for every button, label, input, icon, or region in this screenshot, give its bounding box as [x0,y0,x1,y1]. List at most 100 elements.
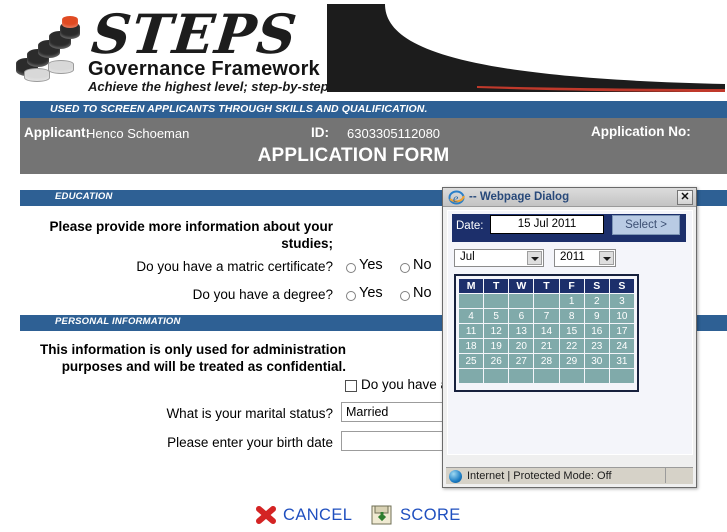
calendar-week-row [459,369,634,383]
id-label: ID: [311,125,329,140]
dialog-status-bar: Internet | Protected Mode: Off [446,467,693,484]
degree-question-label: Do you have a degree? [192,287,333,302]
calendar-day-26[interactable]: 26 [484,354,509,368]
degree-no-radio[interactable] [400,291,410,301]
calendar-day-24[interactable]: 24 [609,339,634,353]
calendar-day-17[interactable]: 17 [609,324,634,338]
calendar-empty-cell [459,294,484,308]
logo-banner: STEPS Governance Framework Achieve the h… [0,0,727,100]
calendar-day-9[interactable]: 9 [584,309,609,323]
year-select-value: 2011 [560,251,585,263]
date-field-label: Date: [456,220,484,232]
calendar-day-22[interactable]: 22 [559,339,584,353]
svg-text:e: e [453,191,459,205]
steps-logo-icon [14,14,94,86]
degree-yes-radio[interactable] [346,291,356,301]
select-button[interactable]: Select > [612,215,680,235]
calendar-day-19[interactable]: 19 [484,339,509,353]
calendar-day-1[interactable]: 1 [559,294,584,308]
calendar-day-4[interactable]: 4 [459,309,484,323]
matric-no-label: No [413,257,432,273]
personal-help-line1: This information is only used for admini… [39,342,346,357]
calendar-day-5[interactable]: 5 [484,309,509,323]
calendar-day-10[interactable]: 10 [609,309,634,323]
calendar-week-row: 11 12 13 14 15 16 17 [459,324,634,338]
dialog-content: Date: 15 Jul 2011 Select > Jul 2011 MTWT… [447,210,693,455]
date-input[interactable]: 15 Jul 2011 [490,215,604,234]
calendar-weekday-3: T [534,279,559,293]
calendar-day-3[interactable]: 3 [609,294,634,308]
calendar-day-18[interactable]: 18 [459,339,484,353]
calendar-weekday-0: M [459,279,484,293]
id-number-value: 6303305112080 [347,126,441,141]
calendar-day-14[interactable]: 14 [534,324,559,338]
calendar-weekday-5: S [584,279,609,293]
year-select[interactable]: 2011 [554,249,616,267]
calendar-day-28[interactable]: 28 [534,354,559,368]
scroll-tick-top[interactable] [716,190,727,206]
score-button[interactable]: SCORE [400,506,461,525]
applicant-name-value: Henco Schoeman [86,126,190,141]
resize-grip[interactable] [665,468,692,483]
cancel-icon[interactable] [255,505,277,525]
degree-no-label: No [413,285,432,301]
calendar-frame: MTWTFSS 1 2 3 4 5 6 7 8 9 10 11 12 13 14 15 16 17 18 19 20 2… [454,274,639,392]
calendar-day-25[interactable]: 25 [459,354,484,368]
calendar-day-21[interactable]: 21 [534,339,559,353]
calendar-weekday-1: T [484,279,509,293]
globe-icon [449,470,462,483]
calendar-day-29[interactable]: 29 [559,354,584,368]
calendar-day-11[interactable]: 11 [459,324,484,338]
calendar-empty-cell [459,369,484,383]
calendar-empty-cell [559,369,584,383]
calendar-day-8[interactable]: 8 [559,309,584,323]
has-children-checkbox[interactable] [345,380,357,392]
scroll-tick-bottom[interactable] [716,315,727,331]
calendar-week-row: 18 19 20 21 22 23 24 [459,339,634,353]
score-save-icon[interactable] [371,504,393,526]
calendar-weekday-2: W [509,279,534,293]
close-icon[interactable]: ✕ [677,190,693,205]
education-help-line2: studies; [281,236,333,251]
status-bar-text: Internet | Protected Mode: Off [467,470,612,482]
calendar-day-27[interactable]: 27 [509,354,534,368]
month-select[interactable]: Jul [454,249,544,267]
calendar-empty-cell [609,369,634,383]
section-label-personal: PERSONAL INFORMATION [55,316,181,327]
logo-tagline: Achieve the highest level; step-by-step [88,79,329,94]
cancel-button[interactable]: CANCEL [283,506,352,525]
month-select-value: Jul [460,251,475,263]
header-strap-text: USED TO SCREEN APPLICANTS THROUGH SKILLS… [50,103,428,115]
calendar-day-7[interactable]: 7 [534,309,559,323]
date-picker-dialog: e -- Webpage Dialog ✕ Date: 15 Jul 2011 … [442,187,697,488]
calendar-day-16[interactable]: 16 [584,324,609,338]
chevron-down-icon [527,251,542,265]
calendar-day-30[interactable]: 30 [584,354,609,368]
section-label-education: EDUCATION [55,191,113,202]
footer-actions: CANCEL SCORE [0,498,727,532]
logo-subtitle: Governance Framework [88,58,320,80]
calendar-day-23[interactable]: 23 [584,339,609,353]
calendar-empty-cell [484,369,509,383]
logo-wordmark: STEPS [88,2,301,66]
calendar-weekday-6: S [609,279,634,293]
matric-question-label: Do you have a matric certificate? [136,259,333,274]
matric-no-radio[interactable] [400,263,410,273]
calendar-day-6[interactable]: 6 [509,309,534,323]
calendar-weekday-4: F [559,279,584,293]
applicant-label: Applicant: [24,125,90,140]
calendar-day-31[interactable]: 31 [609,354,634,368]
matric-yes-radio[interactable] [346,263,356,273]
marital-status-label: What is your marital status? [166,406,333,421]
page-title: APPLICATION FORM [257,145,450,166]
calendar-day-12[interactable]: 12 [484,324,509,338]
degree-yes-label: Yes [359,285,383,301]
calendar-day-20[interactable]: 20 [509,339,534,353]
calendar-body: 1 2 3 4 5 6 7 8 9 10 11 12 13 14 15 16 17 18 19 20 21 22 23 24 2… [459,294,634,383]
calendar-empty-cell [534,369,559,383]
calendar-day-15[interactable]: 15 [559,324,584,338]
calendar-empty-cell [509,294,534,308]
calendar-week-row: 4 5 6 7 8 9 10 [459,309,634,323]
calendar-day-2[interactable]: 2 [584,294,609,308]
calendar-day-13[interactable]: 13 [509,324,534,338]
